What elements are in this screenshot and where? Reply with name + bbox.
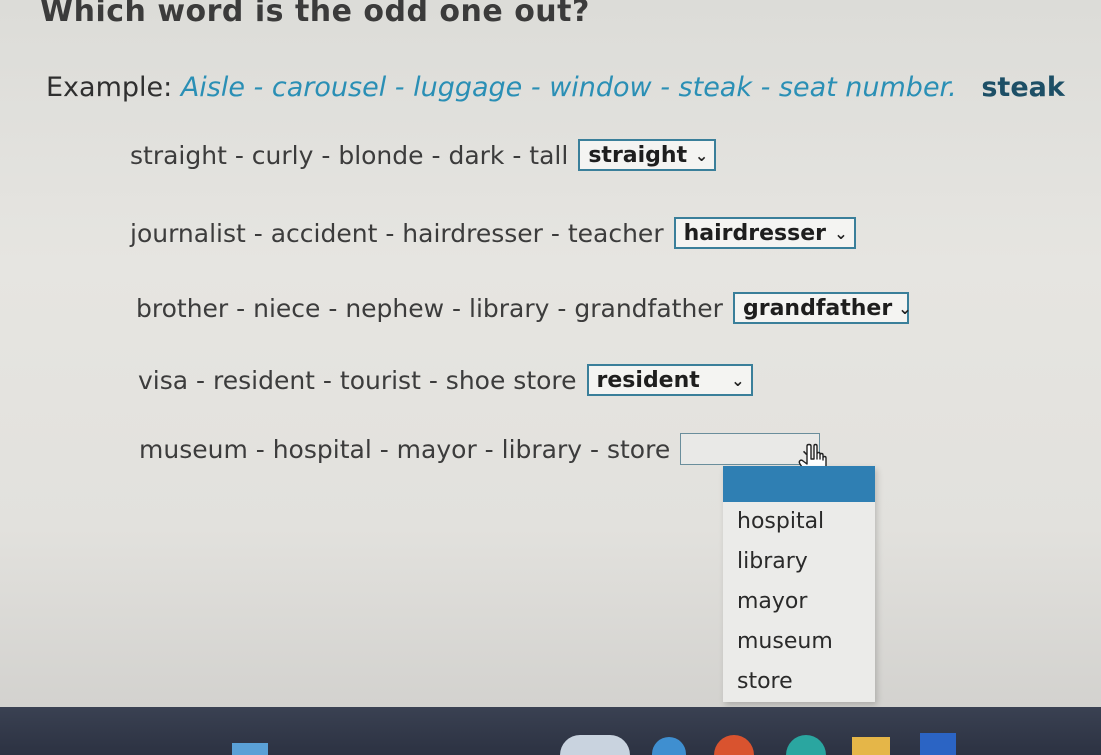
- file-explorer-icon[interactable]: [852, 737, 890, 755]
- question-4-selected-value: resident: [596, 367, 700, 393]
- edge-browser-icon[interactable]: [652, 737, 686, 755]
- question-3-words: brother - niece - nephew - library - gra…: [136, 293, 723, 323]
- word-icon[interactable]: [920, 733, 956, 755]
- chevron-down-icon: ⌄: [694, 145, 709, 165]
- example-words: Aisle - carousel - luggage - window - st…: [180, 72, 957, 103]
- chevron-down-icon: ⌄: [898, 298, 912, 318]
- question-3-select[interactable]: grandfather ⌄: [732, 292, 912, 324]
- example-answer: steak: [981, 72, 1065, 103]
- chevron-down-icon: ⌄: [834, 223, 848, 243]
- dropdown-option-store[interactable]: store: [723, 662, 875, 702]
- teams-icon[interactable]: [786, 735, 826, 755]
- example-label: Example:: [46, 72, 173, 103]
- question-3: brother - niece - nephew - library - gra…: [136, 292, 912, 324]
- weather-cloud-icon[interactable]: [560, 735, 630, 755]
- question-1-words: straight - curly - blonde - dark - tall: [130, 140, 569, 170]
- dropdown-option-mayor[interactable]: mayor: [723, 582, 875, 622]
- question-4: visa - resident - tourist - shoe store r…: [138, 364, 753, 396]
- question-5: museum - hospital - mayor - library - st…: [139, 433, 821, 465]
- question-5-words: museum - hospital - mayor - library - st…: [139, 434, 671, 464]
- question-2-words: journalist - accident - hairdresser - te…: [130, 218, 664, 248]
- question-2-select[interactable]: hairdresser ⌄: [673, 217, 856, 249]
- dropdown-option-library[interactable]: library: [723, 542, 875, 582]
- dropdown-highlighted-blank-option[interactable]: [723, 466, 875, 502]
- question-4-words: visa - resident - tourist - shoe store: [138, 365, 577, 395]
- example-line: Example: Aisle - carousel - luggage - wi…: [46, 72, 1065, 103]
- question-4-select[interactable]: resident ⌄: [586, 364, 753, 396]
- question-1-select[interactable]: straight ⌄: [578, 139, 717, 171]
- chevron-down-icon: ⌄: [731, 370, 745, 390]
- question-1-selected-value: straight: [588, 142, 688, 168]
- taskbar: [0, 707, 1101, 755]
- question-2-selected-value: hairdresser: [683, 220, 826, 246]
- page-title: Which word is the odd one out?: [40, 0, 590, 29]
- question-1: straight - curly - blonde - dark - tall …: [130, 139, 717, 171]
- chrome-browser-icon[interactable]: [714, 735, 754, 755]
- question-2: journalist - accident - hairdresser - te…: [130, 217, 856, 249]
- answer-dropdown-list[interactable]: hospital library mayor museum store: [723, 466, 875, 702]
- question-3-selected-value: grandfather: [742, 295, 893, 321]
- dropdown-option-hospital[interactable]: hospital: [723, 502, 875, 542]
- dropdown-option-museum[interactable]: museum: [723, 622, 875, 662]
- windows-start-icon[interactable]: [232, 743, 268, 755]
